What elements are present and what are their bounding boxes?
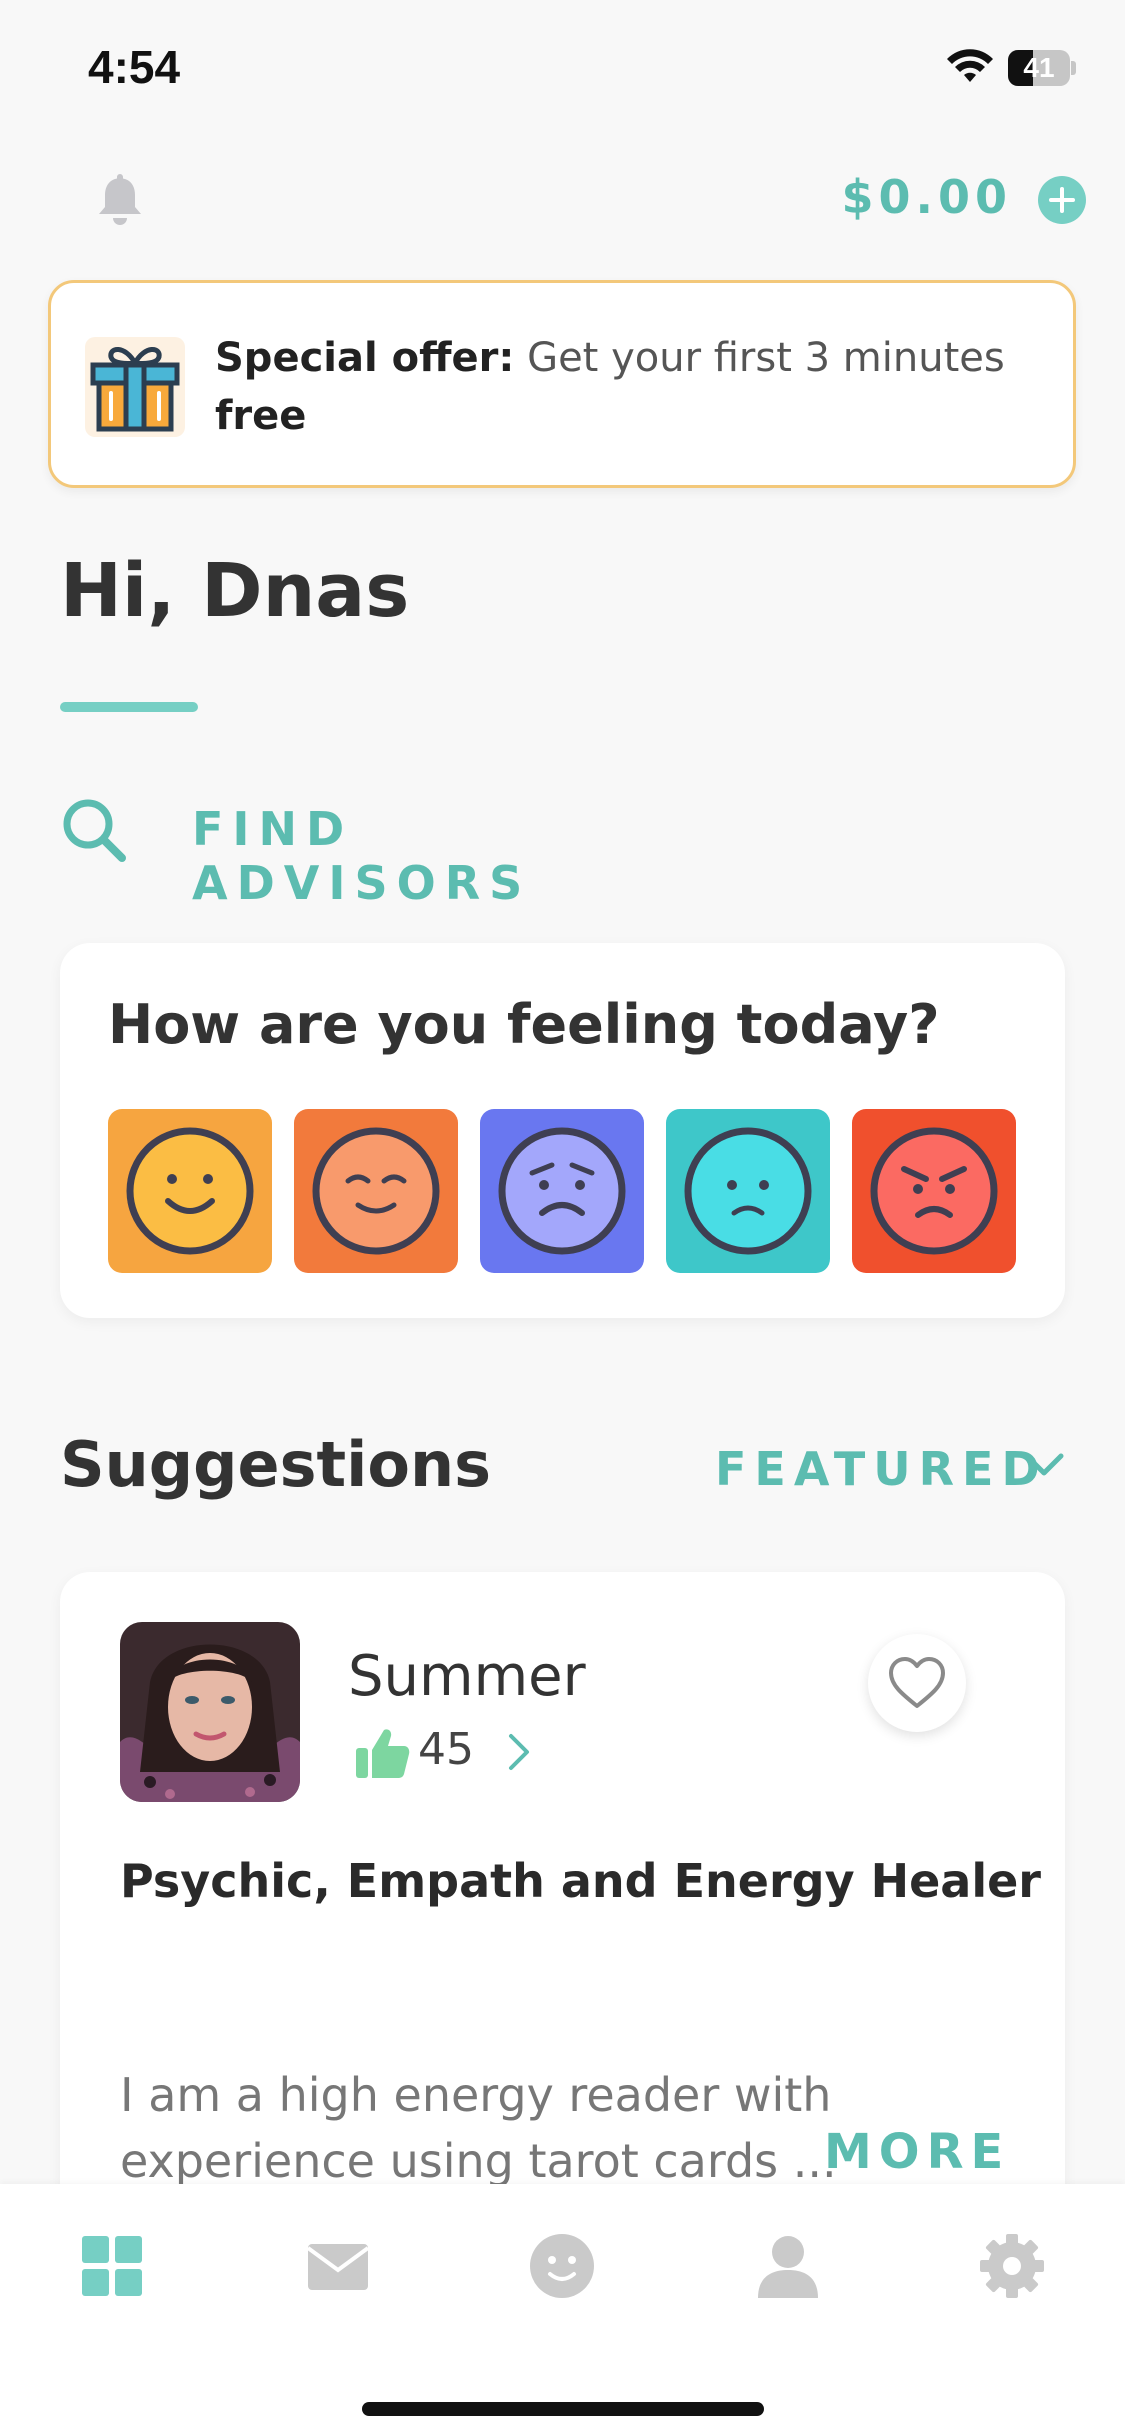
offer-description: Get your first 3 minutes [527, 335, 1005, 381]
more-link[interactable]: MORE [824, 2124, 1010, 2180]
mood-sad-button[interactable] [666, 1109, 830, 1273]
find-advisors-label: FIND ADVISORS [192, 802, 532, 910]
greeting-title: Hi, Dnas [60, 548, 410, 634]
tab-dashboard[interactable] [76, 2230, 148, 2302]
content-face-icon [312, 1127, 440, 1255]
sort-dropdown-label: FEATURED [715, 1442, 1048, 1496]
find-advisors-link[interactable]: FIND ADVISORS [60, 790, 680, 910]
thumbs-up-icon [356, 1729, 410, 1778]
status-time: 4:54 [88, 41, 181, 93]
advisor-bio: I am a high energy reader with experienc… [120, 2062, 840, 2194]
advisor-specialty: Psychic, Empath and Energy Healer [120, 1854, 1041, 1908]
sad-face-icon [684, 1127, 812, 1255]
favorite-button[interactable] [868, 1634, 966, 1732]
settings-icon [980, 2234, 1044, 2298]
chevron-right-icon[interactable] [506, 1732, 532, 1772]
tab-bar [0, 2184, 1125, 2436]
bell-icon[interactable] [90, 170, 150, 228]
profile-icon [758, 2236, 818, 2298]
advisor-bio-line-1: I am a high energy reader with [120, 2068, 832, 2122]
offer-label: Special offer: [215, 335, 515, 381]
tab-mood[interactable] [526, 2230, 598, 2302]
battery-percent: 41 [1023, 52, 1055, 83]
mood-happy-button[interactable] [108, 1109, 272, 1273]
tab-messages[interactable] [302, 2230, 374, 2302]
search-icon [63, 799, 126, 862]
chevron-down-icon [1024, 1453, 1064, 1476]
advisor-name[interactable]: Summer [348, 1644, 586, 1709]
mail-icon [306, 2244, 370, 2290]
angry-face-icon [870, 1127, 998, 1255]
sort-dropdown[interactable]: FEATURED [715, 1438, 1075, 1498]
add-funds-button[interactable] [1038, 176, 1086, 224]
gift-icon [85, 337, 185, 437]
tab-profile[interactable] [752, 2230, 824, 2302]
greeting-underline [60, 702, 198, 712]
heart-icon [889, 1657, 945, 1708]
worried-face-icon [498, 1127, 626, 1255]
wifi-icon [947, 49, 993, 82]
rating-count: 45 [418, 1724, 474, 1775]
tab-settings[interactable] [976, 2230, 1048, 2302]
dashboard-icon [82, 2236, 142, 2296]
mood-content-button[interactable] [294, 1109, 458, 1273]
offer-text: Special offer: Get your first 3 minutes … [215, 329, 1035, 445]
home-indicator [362, 2402, 764, 2416]
offer-free: free [215, 393, 307, 439]
mood-question: How are you feeling today? [108, 993, 940, 1056]
suggestions-title: Suggestions [60, 1428, 492, 1501]
mood-angry-button[interactable] [852, 1109, 1016, 1273]
mood-card: How are you feeling today? [60, 943, 1065, 1318]
mood-worried-button[interactable] [480, 1109, 644, 1273]
balance-amount[interactable]: $0.00 [841, 170, 1012, 224]
special-offer-banner[interactable]: Special offer: Get your first 3 minutes … [48, 280, 1076, 488]
happy-face-icon [126, 1127, 254, 1255]
avatar[interactable] [120, 1622, 300, 1802]
battery-icon: 41 [1008, 50, 1076, 86]
screen: 4:54 41 $0.00 Special offer: Get your fi… [0, 0, 1125, 2436]
mood-icon [530, 2234, 594, 2298]
